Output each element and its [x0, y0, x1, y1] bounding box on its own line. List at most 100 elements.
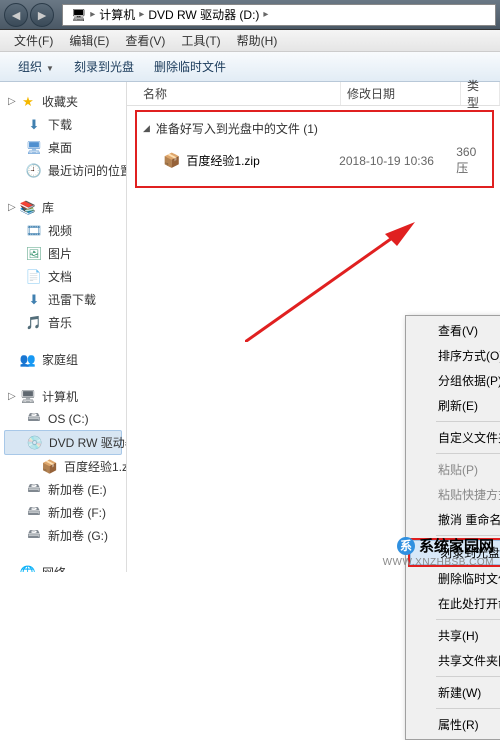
column-name[interactable]: 名称: [137, 82, 341, 105]
sidebar-favorites[interactable]: ▷★收藏夹: [4, 90, 122, 113]
tool-delete-temp[interactable]: 删除临时文件: [144, 54, 236, 79]
menu-separator: [436, 421, 500, 422]
cm-open-cmd[interactable]: 在此处打开命令窗口(W): [408, 591, 500, 616]
sidebar-item-xunlei[interactable]: ⬇迅雷下载: [4, 288, 122, 311]
desktop-icon: 🖥: [26, 140, 42, 156]
context-menu: 查看(V)▶ 排序方式(O)▶ 分组依据(P)▶ 刷新(E) 自定义文件夹(F)…: [405, 315, 500, 740]
sidebar-label: 网络: [42, 564, 66, 572]
collapse-icon: ◢: [143, 123, 150, 134]
cm-share-sync[interactable]: 共享文件夹同步▶: [408, 648, 500, 673]
menu-tools[interactable]: 工具(T): [173, 30, 228, 51]
nav-back-button[interactable]: ◄: [4, 3, 28, 27]
sidebar-label: 计算机: [42, 388, 78, 405]
sidebar-item-file-zip[interactable]: 📦百度经验1.zip: [4, 455, 122, 478]
chevron-right-icon: ▸: [263, 9, 268, 20]
sidebar-label: DVD RW 驱动器 (D: [49, 434, 127, 451]
sidebar-libraries[interactable]: ▷📚 库: [4, 196, 122, 219]
zip-icon: 📦: [163, 152, 180, 169]
expand-icon: ▷: [8, 96, 18, 107]
breadcrumb-root-icon[interactable]: 🖥: [67, 8, 90, 22]
sidebar-item-videos[interactable]: 🎞视频: [4, 219, 122, 242]
breadcrumb-drive[interactable]: DVD RW 驱动器 (D:): [144, 6, 263, 23]
file-date: 2018-10-19 10:36: [339, 154, 456, 168]
computer-icon: 🖥: [20, 389, 36, 405]
logo-icon: 系: [397, 537, 415, 555]
disk-icon: 🖴: [26, 505, 42, 521]
sidebar-item-documents[interactable]: 📄文档: [4, 265, 122, 288]
breadcrumb-computer[interactable]: 计算机: [95, 6, 139, 23]
menu-help[interactable]: 帮助(H): [229, 30, 286, 51]
cm-undo-rename[interactable]: 撤消 重命名(U)Ctrl+Z: [408, 507, 500, 532]
library-icon: 📚: [20, 200, 36, 216]
menu-file[interactable]: 文件(F): [6, 30, 61, 51]
star-icon: ★: [20, 94, 36, 110]
recent-icon: 🕘: [26, 163, 42, 179]
breadcrumb[interactable]: 🖥 ▸ 计算机 ▸ DVD RW 驱动器 (D:) ▸: [62, 4, 496, 26]
cm-paste[interactable]: 粘贴(P): [408, 457, 500, 482]
disk-icon: 🖴: [26, 411, 42, 427]
sidebar-item-desktop[interactable]: 🖥 桌面: [4, 136, 122, 159]
sidebar-homegroup[interactable]: 👥家庭组: [4, 348, 122, 371]
cm-sort[interactable]: 排序方式(O)▶: [408, 343, 500, 368]
sidebar-item-pictures[interactable]: 🖼图片: [4, 242, 122, 265]
menu-edit[interactable]: 编辑(E): [61, 30, 117, 51]
menu-view[interactable]: 查看(V): [117, 30, 173, 51]
sidebar-label: 百度经验1.zip: [64, 458, 127, 475]
sidebar: ▷★收藏夹 ⬇下载 🖥桌面 🕘最近访问的位置 ▷📚库 🎞视频 🖼图片 📄文档 ⬇…: [0, 82, 127, 572]
sidebar-label: 库: [42, 199, 54, 216]
expand-icon: ▷: [8, 202, 18, 213]
cm-share[interactable]: 共享(H)▶: [408, 623, 500, 648]
menu-separator: [436, 708, 500, 709]
sidebar-label: OS (C:): [48, 412, 89, 426]
sidebar-label: 新加卷 (G:): [48, 527, 108, 544]
sidebar-computer[interactable]: ▷🖥 计算机: [4, 385, 122, 408]
section-header-label: 准备好写入到光盘中的文件 (1): [156, 120, 318, 137]
sidebar-network[interactable]: 🌐网络: [4, 561, 122, 572]
document-icon: 📄: [26, 269, 42, 285]
sidebar-item-drive-f[interactable]: 🖴新加卷 (F:): [4, 501, 122, 524]
video-icon: 🎞: [26, 223, 42, 239]
sidebar-item-downloads[interactable]: ⬇ 下载: [4, 113, 122, 136]
sidebar-item-recent[interactable]: 🕘最近访问的位置: [4, 159, 122, 182]
nav-forward-button[interactable]: ►: [30, 3, 54, 27]
sidebar-item-drive-c[interactable]: 🖴 OS (C:): [4, 408, 122, 430]
content-pane[interactable]: 名称 修改日期 类型 ◢ 准备好写入到光盘中的文件 (1) 📦 百度经验1.zi…: [127, 82, 500, 572]
sidebar-label: 下载: [48, 116, 72, 133]
cm-delete-temp[interactable]: 删除临时文件(F): [408, 566, 500, 591]
disk-icon: 🖴: [26, 528, 42, 544]
sidebar-item-drive-d[interactable]: 💿DVD RW 驱动器 (D: [4, 430, 122, 455]
download-icon: ⬇: [26, 117, 42, 133]
toolbar: 组织 刻录到光盘 删除临时文件: [0, 52, 500, 82]
cm-new[interactable]: 新建(W)▶: [408, 680, 500, 705]
cm-properties[interactable]: 属性(R): [408, 712, 500, 737]
sidebar-label: 最近访问的位置: [48, 162, 127, 179]
expand-icon: ▷: [8, 391, 18, 402]
file-type: 360压: [456, 145, 488, 176]
column-date[interactable]: 修改日期: [341, 82, 461, 105]
tool-organize[interactable]: 组织: [8, 54, 64, 79]
disk-icon: 🖴: [26, 482, 42, 498]
picture-icon: 🖼: [26, 246, 42, 262]
tool-burn[interactable]: 刻录到光盘: [64, 54, 144, 79]
sidebar-item-music[interactable]: 🎵音乐: [4, 311, 122, 334]
section-header[interactable]: ◢ 准备好写入到光盘中的文件 (1): [141, 118, 488, 143]
watermark-brand: 系统家园网: [419, 535, 494, 556]
column-type[interactable]: 类型: [461, 82, 500, 105]
cm-refresh[interactable]: 刷新(E): [408, 393, 500, 418]
cm-paste-shortcut[interactable]: 粘贴快捷方式(S): [408, 482, 500, 507]
annotation-arrow: [245, 222, 415, 342]
file-name: 百度经验1.zip: [186, 152, 339, 169]
cm-customize[interactable]: 自定义文件夹(F)...: [408, 425, 500, 450]
menu-separator: [436, 619, 500, 620]
music-icon: 🎵: [26, 315, 42, 331]
expand-icon: [8, 567, 18, 572]
sidebar-label: 桌面: [48, 139, 72, 156]
sidebar-item-drive-e[interactable]: 🖴 新加卷 (E:): [4, 478, 122, 501]
cm-group[interactable]: 分组依据(P)▶: [408, 368, 500, 393]
sidebar-item-drive-g[interactable]: 🖴 新加卷 (G:): [4, 524, 122, 547]
cm-view[interactable]: 查看(V)▶: [408, 318, 500, 343]
sidebar-label: 新加卷 (E:): [48, 481, 107, 498]
watermark-url: WWW.XNZHBSB.COM: [383, 557, 494, 568]
sidebar-label: 迅雷下载: [48, 291, 96, 308]
file-row[interactable]: 📦 百度经验1.zip 2018-10-19 10:36 360压: [141, 143, 488, 178]
